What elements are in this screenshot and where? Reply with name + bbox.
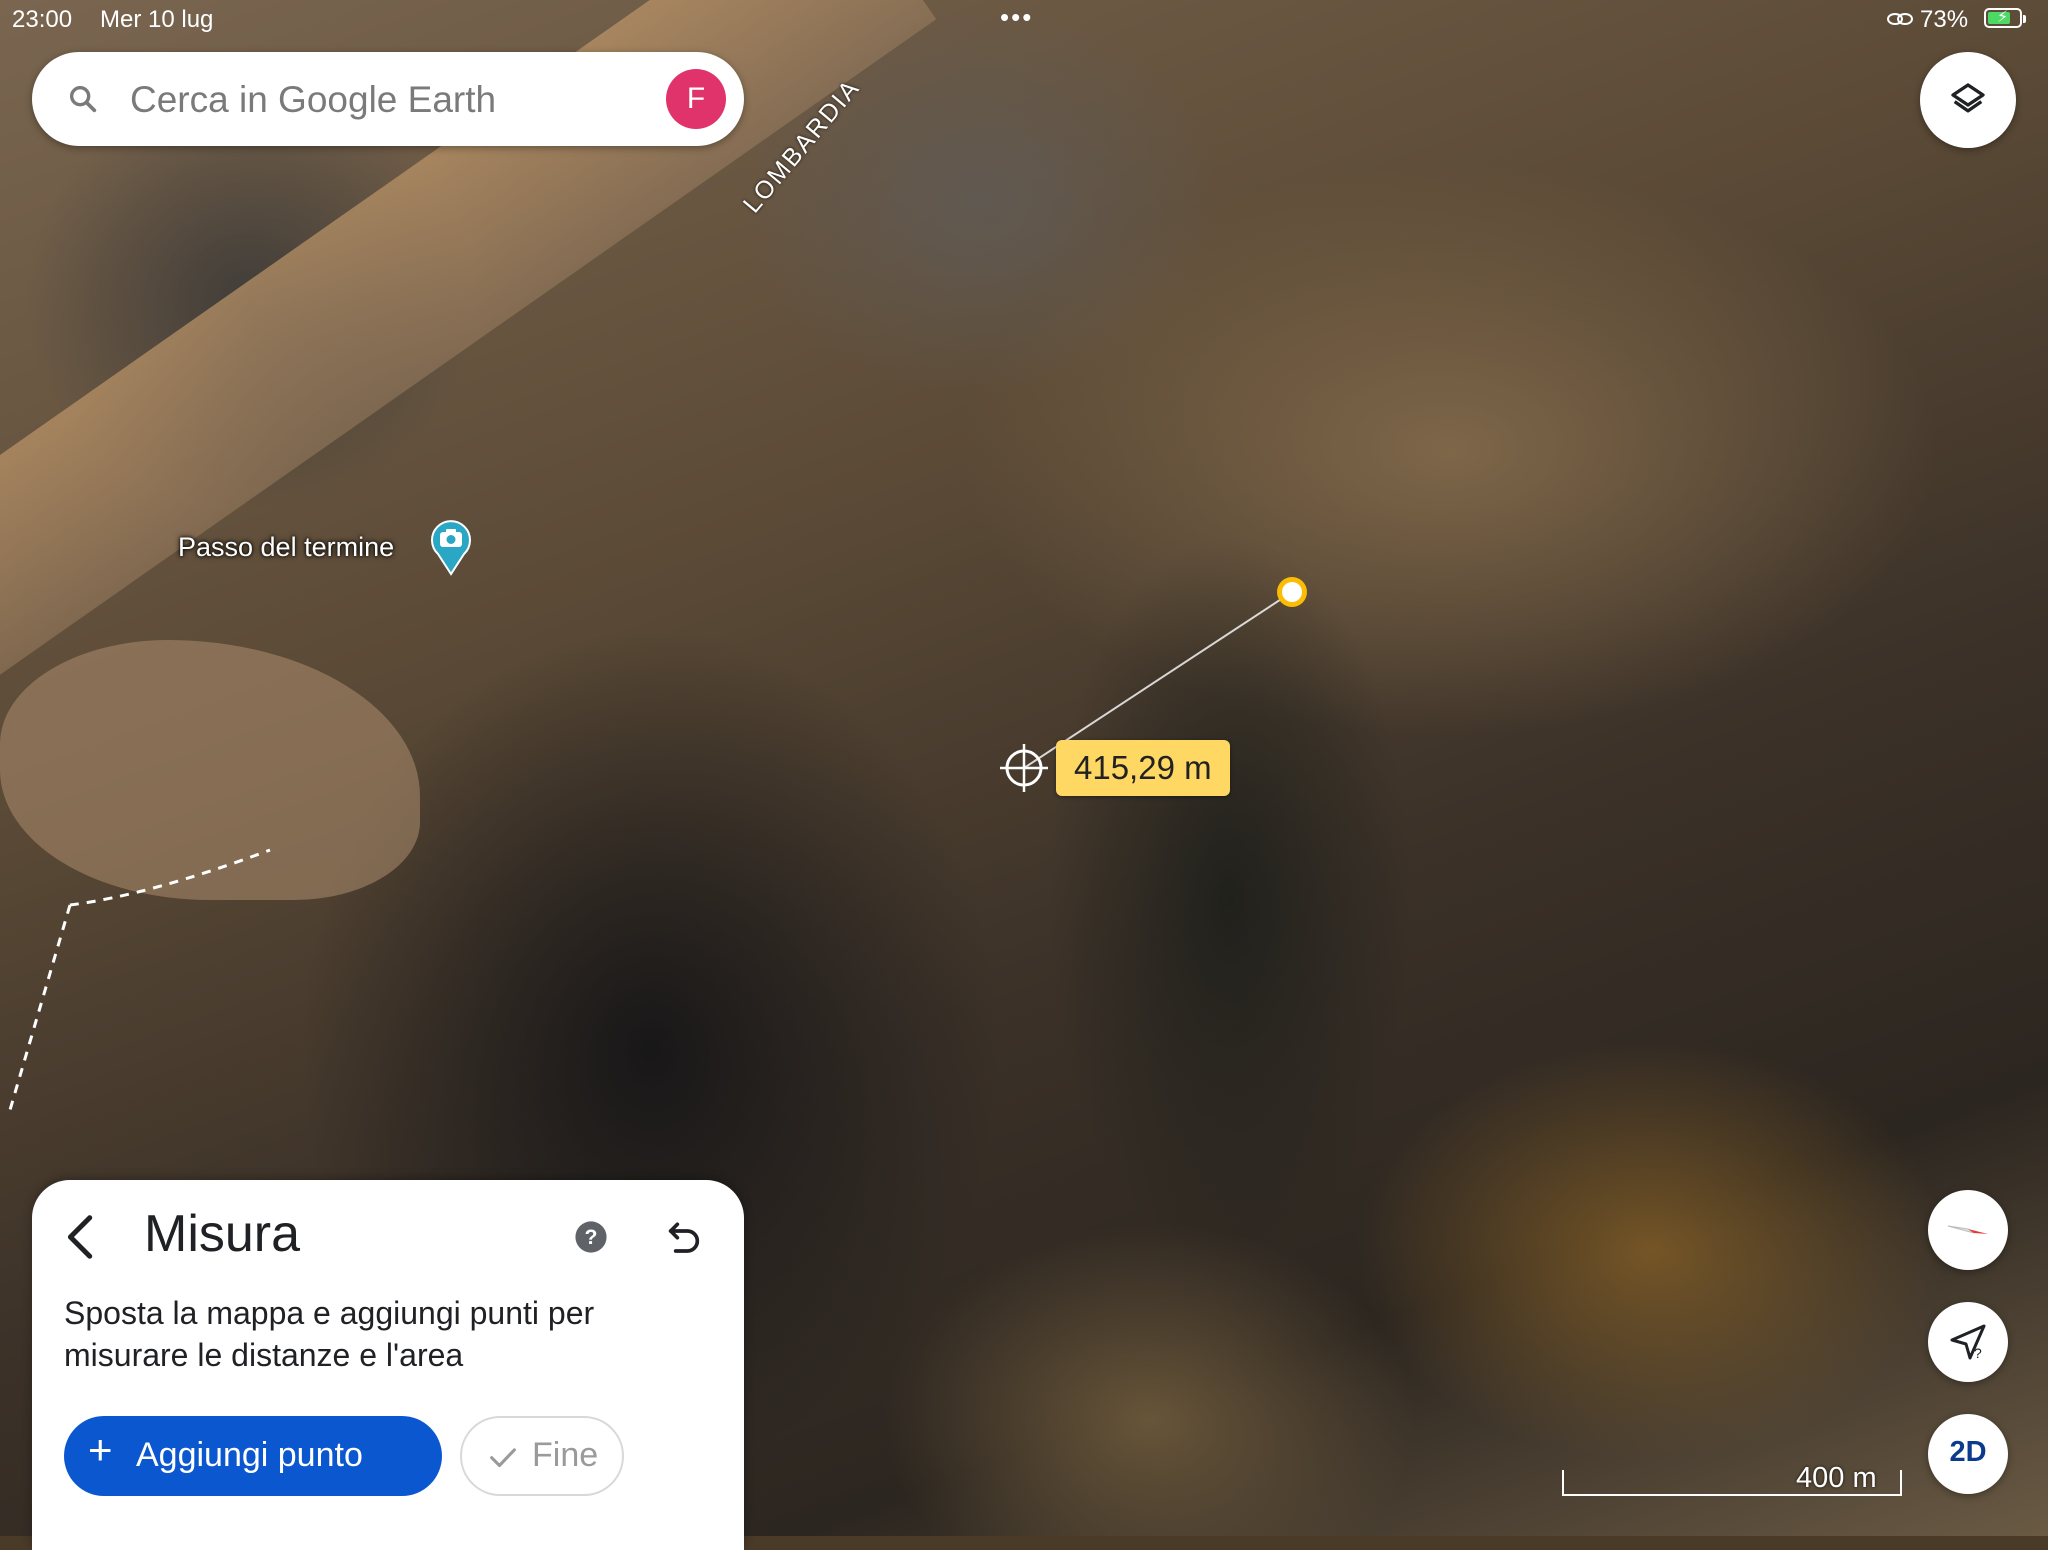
battery-percent: 73% xyxy=(1920,6,1969,33)
distance-label: 415,29 m xyxy=(1056,740,1230,796)
view-2d-button[interactable]: 2D xyxy=(1928,1414,2008,1494)
view-mode-label: 2D xyxy=(1949,1436,1987,1468)
add-point-label: Aggiungi punto xyxy=(136,1436,363,1474)
panel-title: Misura xyxy=(144,1205,301,1263)
search-input[interactable] xyxy=(128,70,672,130)
charging-bolt-icon: ⚡ xyxy=(1997,9,2009,26)
layers-icon xyxy=(1951,83,1985,113)
compass-icon xyxy=(1947,1225,1988,1234)
my-location-button[interactable]: ? xyxy=(1928,1302,2008,1382)
done-button[interactable]: Fine xyxy=(460,1416,624,1496)
status-time: 23:00 xyxy=(12,6,73,33)
search-bar[interactable]: F xyxy=(32,52,744,146)
plus-icon: + xyxy=(88,1426,113,1473)
account-avatar[interactable]: F xyxy=(666,69,726,129)
panel-description: Sposta la mappa e aggiungi punti per mis… xyxy=(64,1295,595,1373)
back-button[interactable] xyxy=(58,1210,106,1264)
status-bar: 23:00 Mer 10 lug ••• 73% ⚡ xyxy=(0,0,2048,40)
add-point-button[interactable]: + Aggiungi punto xyxy=(64,1416,442,1496)
search-icon xyxy=(69,85,97,113)
terrain-slope xyxy=(0,640,420,900)
layers-button[interactable] xyxy=(1920,52,2016,148)
undo-icon[interactable] xyxy=(664,1216,704,1256)
done-label: Fine xyxy=(532,1436,599,1474)
poi-label[interactable]: Passo del termine xyxy=(178,532,394,563)
scale-label: 400 m xyxy=(1796,1462,1877,1494)
battery-icon: ⚡ xyxy=(1984,8,2026,28)
camera-pin-icon[interactable] xyxy=(430,518,472,576)
location-arrow-icon: ? xyxy=(1950,1324,1986,1361)
help-icon[interactable]: ? xyxy=(574,1220,608,1254)
svg-text:?: ? xyxy=(1974,1345,1982,1361)
svg-text:?: ? xyxy=(585,1225,598,1249)
measure-panel: Misura ? Sposta la mappa e aggiungi punt… xyxy=(32,1180,744,1550)
link-icon xyxy=(1887,13,1913,25)
check-icon xyxy=(490,1448,516,1468)
multitasking-dots[interactable]: ••• xyxy=(1000,2,1033,33)
compass-button[interactable] xyxy=(1928,1190,2008,1270)
status-date: Mer 10 lug xyxy=(100,6,214,33)
